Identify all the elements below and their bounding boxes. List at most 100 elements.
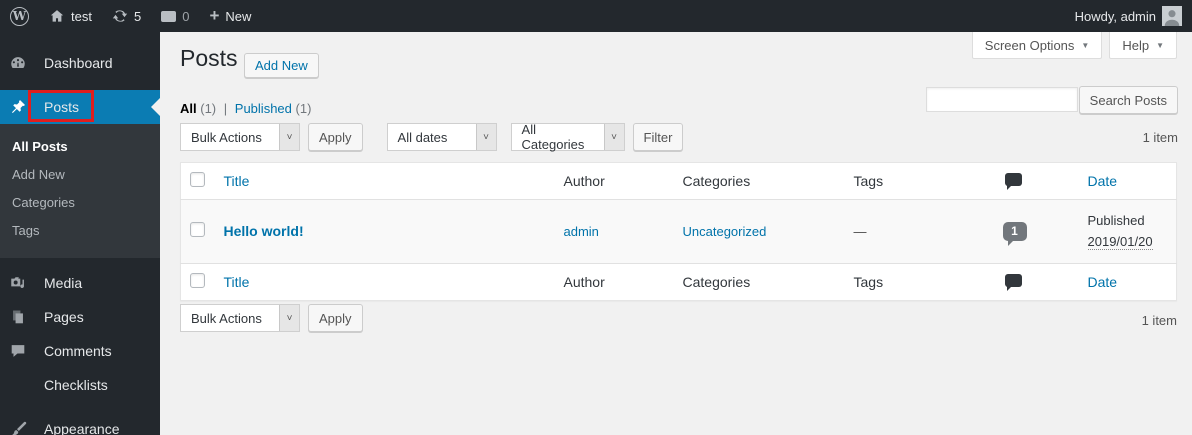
submenu-item-categories[interactable]: Categories [0,188,160,216]
admin-sidebar: Dashboard Posts All Posts Add New Catego… [0,32,160,435]
view-all-count: (1) [200,101,217,116]
sort-date-footer[interactable]: Date [1088,274,1118,290]
updates-menu[interactable]: 5 [102,0,151,32]
page-title: Posts [180,45,238,71]
table-row: Hello world! admin Uncategorized — 1 Pub… [180,199,1177,264]
sort-title-header[interactable]: Title [224,173,250,189]
sidebar-item-pages[interactable]: Pages [0,300,160,334]
site-name-label: test [71,8,92,24]
posts-table: Title Author Categories Tags Date Hello … [180,162,1177,301]
view-published-link[interactable]: Published [235,101,292,116]
comments-admin-menu[interactable]: 0 [151,0,199,32]
sidebar-item-label: Comments [44,343,112,359]
media-camera-icon [8,274,28,292]
plus-icon: + [209,5,220,25]
apply-button[interactable]: Apply [308,123,363,151]
select-all-checkbox-bottom[interactable] [190,272,205,288]
bulk-actions-select[interactable]: Bulk Actions ˅ [180,123,300,151]
top-tablenav: Bulk Actions ˅ Apply All dates ˅ All Cat… [180,122,684,152]
chevron-down-icon: ▼ [1081,40,1090,50]
help-tab[interactable]: Help ▼ [1109,32,1177,59]
new-label: New [225,8,252,24]
dashboard-gauge-icon [8,54,28,72]
post-status: Published [1087,213,1145,228]
item-count-bottom: 1 item [1141,313,1177,328]
all-categories-value: All Categories [521,122,585,152]
sidebar-item-checklists[interactable]: Checklists [0,368,160,402]
submenu-item-all-posts[interactable]: All Posts [0,132,160,160]
submenu-item-tags[interactable]: Tags [0,216,160,244]
admin-bar-right: Howdy, admin [1065,0,1192,32]
comments-column-icon [1004,173,1022,190]
tags-header: Tags [843,162,993,200]
sort-date-header[interactable]: Date [1088,173,1118,189]
screen-options-tab[interactable]: Screen Options ▼ [971,32,1103,59]
author-header: Author [553,162,673,200]
wordpress-logo-letter: W [12,9,27,23]
filter-button[interactable]: Filter [632,123,684,151]
sort-title-footer[interactable]: Title [224,274,250,290]
categories-header: Categories [672,162,844,200]
sidebar-item-comments[interactable]: Comments [0,334,160,368]
view-published-count: (1) [295,101,312,116]
select-chevron-icon: ˅ [603,124,624,150]
bulk-actions-select-bottom[interactable]: Bulk Actions ˅ [180,304,300,332]
main-content: Screen Options ▼ Help ▼ Posts Add New Al… [160,32,1192,435]
menu-separator [0,402,160,412]
sidebar-item-label: Checklists [44,377,108,393]
update-count: 5 [133,8,142,24]
tags-footer: Tags [843,262,993,301]
all-categories-select[interactable]: All Categories ˅ [510,122,625,152]
search-input[interactable] [926,87,1078,112]
pages-icon [8,308,28,326]
site-name-menu[interactable]: test [39,0,102,32]
post-title-link[interactable]: Hello world! [224,223,304,239]
submenu-item-label: All Posts [12,138,68,154]
sidebar-item-dashboard[interactable]: Dashboard [0,46,160,80]
comments-bubble-icon [8,342,28,360]
sidebar-item-posts[interactable]: Posts [0,90,160,124]
pushpin-icon [8,98,28,116]
sidebar-item-appearance[interactable]: Appearance [0,412,160,435]
comment-bubble-icon [161,10,177,22]
sidebar-item-media[interactable]: Media [0,266,160,300]
row-checkbox[interactable] [190,222,205,238]
post-author-link[interactable]: admin [564,224,599,239]
author-footer: Author [553,262,673,301]
howdy-label: Howdy, admin [1074,8,1156,24]
all-dates-value: All dates [397,129,448,145]
post-date: 2019/01/20 [1087,234,1153,251]
select-chevron-icon: ˅ [279,305,299,331]
search-posts-button[interactable]: Search Posts [1078,86,1178,114]
comments-column-icon [1004,273,1022,291]
select-all-checkbox[interactable] [190,172,205,187]
comment-count: 0 [182,8,190,24]
new-content-menu[interactable]: + New [199,0,261,32]
view-all-link[interactable]: All [180,101,197,116]
bulk-actions-value: Bulk Actions [191,310,262,326]
post-category-link[interactable]: Uncategorized [683,224,767,239]
comment-count-bubble[interactable]: 1 [1002,221,1027,246]
submenu-item-add-new[interactable]: Add New [0,160,160,188]
apply-button-bottom[interactable]: Apply [308,304,363,332]
sidebar-item-label: Dashboard [44,55,113,71]
wp-logo-menu[interactable]: W [0,0,39,32]
all-dates-select[interactable]: All dates ˅ [386,123,497,151]
chevron-down-icon: ▼ [1156,40,1164,50]
updates-icon [112,8,128,24]
post-tags-value: — [853,223,867,239]
meta-tabs: Screen Options ▼ Help ▼ [971,32,1177,59]
categories-footer: Categories [672,262,844,301]
wordpress-logo-icon: W [10,6,29,26]
appearance-brush-icon [8,420,28,435]
views-separator: | [223,101,228,116]
home-icon [49,8,65,24]
add-new-button[interactable]: Add New [244,53,319,78]
table-header-row: Title Author Categories Tags Date [180,162,1177,200]
post-views-filter: All (1) | Published (1) [180,101,311,116]
my-account-menu[interactable]: Howdy, admin [1065,0,1192,32]
avatar [1162,6,1182,26]
posts-submenu: All Posts Add New Categories Tags [0,124,160,258]
bottom-tablenav: Bulk Actions ˅ Apply [180,304,363,332]
submenu-item-label: Tags [12,222,40,238]
